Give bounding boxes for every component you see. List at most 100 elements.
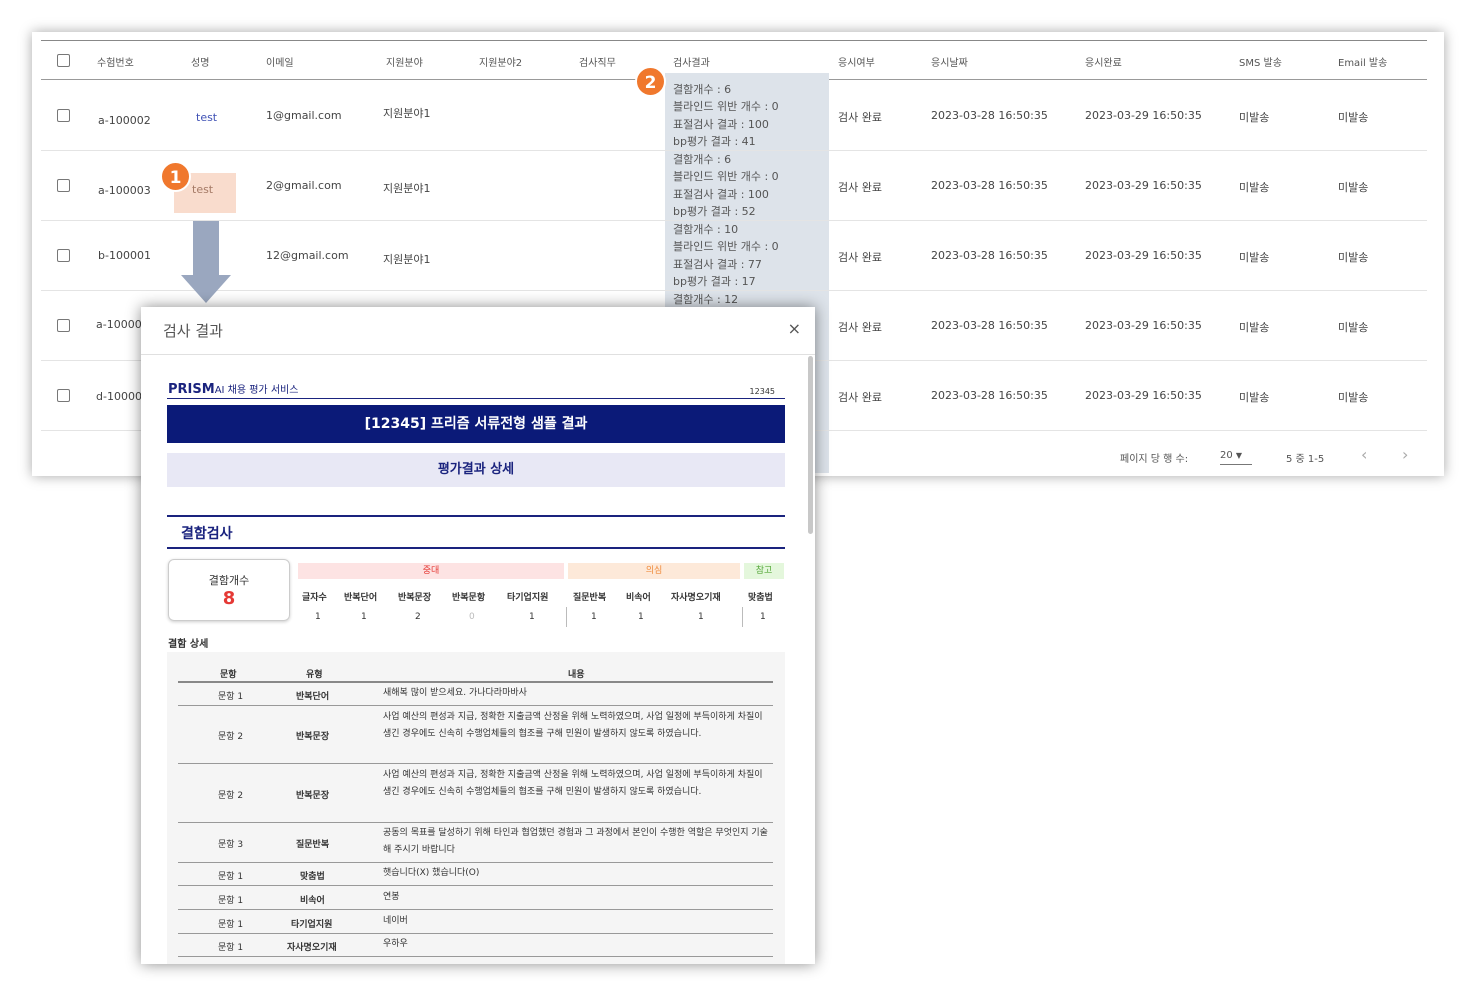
- completed: 2023-03-29 16:50:35: [1085, 179, 1202, 192]
- row-checkbox[interactable]: [57, 319, 70, 332]
- result-line: 블라인드 위반 개수 : 0: [673, 170, 779, 183]
- category-item-value: 1: [361, 612, 367, 622]
- date: 2023-03-28 16:50:35: [931, 249, 1048, 262]
- attended: 검사 완료: [838, 391, 882, 404]
- category-item-label: 반복단어: [344, 593, 378, 603]
- email: 2@gmail.com: [266, 179, 342, 192]
- sms-status: 미발송: [1239, 111, 1270, 124]
- detail-type: 질문반복: [296, 840, 330, 850]
- sms-status: 미발송: [1239, 321, 1270, 334]
- detail-content: 연봉: [383, 892, 400, 902]
- header-completed[interactable]: 응시완료: [1085, 54, 1122, 69]
- header-email[interactable]: 이메일: [266, 54, 294, 69]
- exam-no: a-100003: [98, 184, 151, 197]
- detail-row-line: [178, 909, 773, 910]
- category-item-value: 1: [529, 612, 535, 622]
- detail-content: 우하우: [383, 939, 408, 949]
- detail-header-line: [178, 681, 773, 683]
- header-date[interactable]: 응시날짜: [931, 54, 968, 69]
- category-item-label: 글자수: [302, 593, 327, 603]
- detail-type: 맞춤법: [300, 872, 325, 882]
- close-icon[interactable]: ×: [788, 319, 801, 338]
- header-sms[interactable]: SMS 발송: [1239, 54, 1282, 69]
- detail-content: 사업 예산의 편성과 지급, 정확한 지출금액 산정을 위해 노력하였으며, 사…: [383, 770, 763, 797]
- prism-logo: PRISMAI 채용 평가 서비스: [168, 381, 298, 397]
- modal-scrollbar[interactable]: [808, 356, 813, 534]
- detail-header-content: 내용: [568, 670, 585, 680]
- completed: 2023-03-29 16:50:35: [1085, 109, 1202, 122]
- detail-row-line: [178, 822, 773, 823]
- header-attended[interactable]: 응시여부: [838, 54, 875, 69]
- category-item-value: 1: [591, 612, 597, 622]
- row-checkbox[interactable]: [57, 109, 70, 122]
- email-status: 미발송: [1338, 181, 1369, 194]
- modal-divider: [141, 354, 815, 355]
- category-item-value: 2: [415, 612, 421, 622]
- header-result[interactable]: 검사결과: [673, 54, 710, 69]
- header-exam-no[interactable]: 수험번호: [97, 54, 134, 69]
- date: 2023-03-28 16:50:35: [931, 319, 1048, 332]
- logo-subtitle: AI 채용 평가 서비스: [214, 385, 299, 396]
- email-status: 미발송: [1338, 251, 1369, 264]
- completed: 2023-03-29 16:50:35: [1085, 319, 1202, 332]
- field1: 지원분야1: [383, 182, 431, 195]
- completed: 2023-03-29 16:50:35: [1085, 249, 1202, 262]
- rows-per-page-select[interactable]: 20 ▼: [1220, 450, 1252, 465]
- detail-type: 자사명오기재: [287, 943, 337, 953]
- row-checkbox[interactable]: [57, 389, 70, 402]
- detail-label: 결함 상세: [168, 639, 209, 650]
- detail-type: 비속어: [300, 896, 325, 906]
- email: 1@gmail.com: [266, 109, 342, 122]
- header-name[interactable]: 성명: [191, 54, 209, 69]
- result-line: 블라인드 위반 개수 : 0: [673, 240, 779, 253]
- row-checkbox[interactable]: [57, 179, 70, 192]
- detail-row-line: [178, 885, 773, 886]
- detail-question: 문항 1: [218, 896, 244, 906]
- header-email-send[interactable]: Email 발송: [1338, 54, 1387, 69]
- result-line: 결함개수 : 10: [673, 223, 739, 236]
- callout-badge-1: 1: [160, 161, 191, 192]
- row-checkbox[interactable]: [57, 249, 70, 262]
- detail-question: 문항 1: [218, 872, 244, 882]
- prev-page-button[interactable]: ‹: [1361, 445, 1367, 464]
- header-job[interactable]: 검사직무: [579, 54, 616, 69]
- date: 2023-03-28 16:50:35: [931, 389, 1048, 402]
- detail-content: 네이버: [383, 916, 408, 926]
- result-line: 표절검사 결과 : 77: [673, 258, 762, 271]
- detail-type: 반복문장: [296, 791, 330, 801]
- category-suspect: 의심: [568, 563, 740, 579]
- header-field1[interactable]: 지원분야: [386, 54, 423, 69]
- detail-content: 새해복 많이 받으세요. 가나다라마바사: [383, 688, 527, 698]
- sms-status: 미발송: [1239, 181, 1270, 194]
- sms-status: 미발송: [1239, 251, 1270, 264]
- rows-per-page-value: 20: [1220, 450, 1233, 461]
- header-field2[interactable]: 지원분야2: [479, 54, 522, 69]
- detail-row-line: [178, 705, 773, 706]
- section-header: 결함검사: [167, 515, 785, 549]
- detail-header-question: 문항: [220, 670, 237, 680]
- name-link[interactable]: test: [192, 183, 213, 196]
- field1: 지원분야1: [383, 107, 431, 120]
- defect-count-label: 결함개수: [208, 574, 250, 587]
- sms-status: 미발송: [1239, 391, 1270, 404]
- select-all-checkbox[interactable]: [57, 54, 70, 67]
- detail-question: 문항 1: [218, 692, 244, 702]
- result-line: 결함개수 : 6: [673, 83, 732, 96]
- dropdown-caret-icon: ▼: [1235, 451, 1243, 460]
- result-modal: 검사 결과 × PRISMAI 채용 평가 서비스 12345 [12345] …: [141, 307, 815, 964]
- category-item-label: 반복문장: [398, 593, 432, 603]
- next-page-button[interactable]: ›: [1402, 445, 1408, 464]
- email-status: 미발송: [1338, 391, 1369, 404]
- report-number: 12345: [749, 387, 775, 396]
- detail-row-line: [178, 763, 773, 764]
- category-item-label: 맞춤법: [748, 593, 773, 603]
- result-line: 표절검사 결과 : 100: [673, 118, 769, 131]
- email-status: 미발송: [1338, 111, 1369, 124]
- section-title: 결함검사: [181, 526, 233, 542]
- name-link[interactable]: test: [196, 111, 217, 124]
- exam-no: b-100001: [98, 249, 151, 262]
- result-line: bp평가 결과 : 17: [673, 275, 756, 288]
- callout-badge-2: 2: [635, 66, 666, 97]
- category-divider: [566, 607, 567, 627]
- result-line: bp평가 결과 : 52: [673, 205, 756, 218]
